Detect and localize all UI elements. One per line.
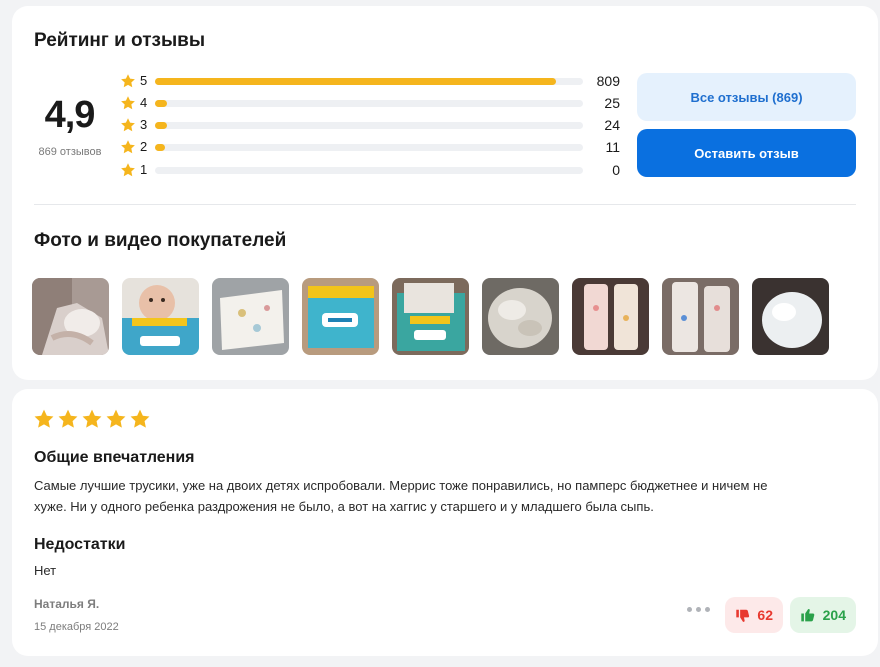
cons-heading: Недостатки	[34, 536, 126, 553]
rating-row-4[interactable]: 4 25	[120, 94, 620, 112]
rating-row-stars: 4	[140, 95, 148, 110]
rating-row-count: 809	[596, 73, 620, 89]
rating-row-stars: 2	[140, 139, 148, 154]
divider	[34, 204, 856, 205]
photo-diapers-hanging[interactable]	[662, 278, 739, 355]
rating-bar-track	[155, 122, 583, 129]
rating-bar-fill	[155, 78, 556, 85]
reviews-count: 869 отзывов	[38, 146, 102, 158]
review-stars	[33, 408, 151, 435]
rating-row-stars: 5	[140, 73, 148, 88]
ratings-title: Рейтинг и отзывы	[34, 30, 206, 51]
cons-text: Нет	[34, 563, 57, 578]
rating-bar-fill	[155, 100, 168, 107]
photo-diaper-white[interactable]	[752, 278, 829, 355]
like-count: 204	[822, 607, 846, 623]
star-icon	[81, 408, 103, 435]
rating-bar-fill	[155, 122, 167, 129]
rating-row-count: 0	[612, 162, 620, 178]
rating-bar-track	[155, 167, 583, 174]
photo-diapers-pink[interactable]	[572, 278, 649, 355]
thumbs-up-icon	[801, 608, 815, 621]
rating-bar-track	[155, 100, 583, 107]
star-icon	[120, 162, 136, 178]
impressions-text: Самые лучшие трусики, уже на двоих детях…	[34, 475, 844, 517]
write-review-button[interactable]: Оставить отзыв	[637, 129, 856, 177]
photo-diaper-flat[interactable]	[212, 278, 289, 355]
impressions-heading: Общие впечатления	[34, 449, 195, 466]
photo-pampers-box-open[interactable]	[392, 278, 469, 355]
rating-row-stars: 3	[140, 117, 148, 132]
like-button[interactable]: 204	[790, 597, 856, 633]
dislike-button[interactable]: 62	[725, 597, 783, 633]
ratings-card: Рейтинг и отзывы 4,9 869 отзывов 5 809 4 25…	[12, 6, 878, 380]
rating-row-count: 11	[605, 139, 620, 155]
dislike-count: 62	[757, 607, 773, 623]
star-icon	[120, 139, 136, 155]
star-icon	[120, 73, 136, 89]
star-icon	[129, 408, 151, 435]
all-reviews-button[interactable]: Все отзывы (869)	[637, 73, 856, 121]
rating-bar-fill	[155, 144, 165, 151]
photo-baby-legs[interactable]	[32, 278, 109, 355]
review-author: Наталья Я.	[34, 597, 100, 611]
star-icon	[120, 95, 136, 111]
photo-diaper-pile[interactable]	[482, 278, 559, 355]
rating-row-1[interactable]: 10	[120, 161, 620, 179]
review-date: 15 декабря 2022	[34, 621, 119, 633]
rating-row-count: 24	[604, 117, 620, 133]
media-title: Фото и видео покупателей	[34, 230, 287, 251]
rating-row-count: 25	[604, 95, 620, 111]
review-card: Общие впечатления Самые лучшие трусики, …	[12, 389, 878, 656]
impressions-line-1: Самые лучшие трусики, уже на двоих детях…	[34, 478, 768, 493]
rating-row-5[interactable]: 5 809	[120, 72, 620, 90]
rating-row-3[interactable]: 3 24	[120, 116, 620, 134]
rating-bar-track	[155, 78, 583, 85]
star-icon	[105, 408, 127, 435]
more-options-icon[interactable]	[687, 607, 710, 612]
star-icon	[33, 408, 55, 435]
rating-row-stars: 1	[140, 162, 148, 177]
photo-baby-pampers-pack[interactable]	[122, 278, 199, 355]
rating-bar-track	[155, 144, 583, 151]
star-icon	[120, 117, 136, 133]
average-score: 4,9	[44, 94, 96, 136]
star-icon	[57, 408, 79, 435]
photo-pampers-box[interactable]	[302, 278, 379, 355]
rating-row-2[interactable]: 2 11	[120, 138, 620, 156]
thumbs-down-icon	[736, 609, 750, 622]
impressions-line-2: хуже. Ни у одного ребенка раздрожения не…	[34, 499, 654, 514]
